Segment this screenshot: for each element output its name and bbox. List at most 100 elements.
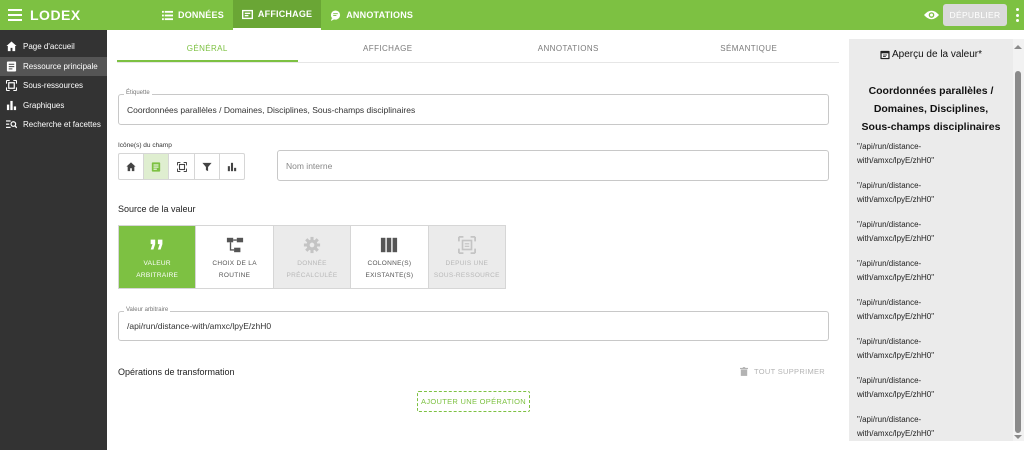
top-app-bar: LODEX DONNÉES AFFICHAGE ANNOTATIONS DÉPU…: [0, 0, 1024, 30]
tab-display[interactable]: AFFICHAGE: [298, 37, 479, 62]
source-label-line2: EXISTANTE(S): [365, 272, 414, 279]
transform-operations-heading: Opérations de transformation: [118, 367, 235, 377]
arbitrary-value-input[interactable]: /api/run/distance-with/amxc/lpyE/zhH0: [127, 321, 271, 331]
preview-value: "/api/run/distance-with/amxc/lpyE/zhH0": [857, 142, 935, 165]
preview-title-text: Aperçu de la valeur*: [891, 49, 983, 60]
preview-icon: [880, 50, 890, 59]
source-label-line1: VALEUR: [143, 260, 171, 267]
unpublish-button[interactable]: DÉPUBLIER: [943, 4, 1007, 26]
preview-heading-line: Domaines, Disciplines,: [873, 103, 989, 115]
list-icon: [162, 10, 173, 20]
document-icon: [6, 61, 17, 72]
scroll-down-arrow-icon[interactable]: [1014, 435, 1022, 439]
label-field-value[interactable]: Coordonnées parallèles / Domaines, Disci…: [127, 105, 415, 115]
sidebar-item-search-facets[interactable]: Recherche et facettes: [0, 115, 107, 135]
trash-icon: [740, 367, 748, 376]
tab-label: DONNÉES: [178, 10, 224, 20]
icon-toggle-chart[interactable]: [220, 154, 244, 179]
source-label-line2: ROUTINE: [218, 272, 251, 279]
icon-toggle-filter[interactable]: [195, 154, 220, 179]
source-routine[interactable]: CHOIX DE LA ROUTINE: [196, 226, 274, 288]
document-icon: [152, 161, 161, 172]
home-icon: [6, 41, 17, 52]
display-icon: [241, 9, 253, 19]
source-from-subresource[interactable]: DEPUIS UNE SOUS-RESSOURCE: [428, 226, 506, 288]
eye-icon[interactable]: [924, 8, 939, 22]
routine-icon: [226, 237, 243, 253]
icon-toggle-document[interactable]: [144, 154, 170, 179]
quote-icon: [150, 239, 163, 250]
subresource-icon: [6, 80, 17, 92]
value-source-options: VALEUR ARBITRAIRE CHOIX DE LA ROUTINE DO…: [118, 225, 506, 289]
scrollbar-thumb[interactable]: [1015, 71, 1021, 433]
scroll-up-arrow-icon[interactable]: [1014, 45, 1022, 49]
preview-value: "/api/run/distance-with/amxc/lpyE/zhH0": [857, 298, 935, 321]
source-existing-columns[interactable]: COLONNE(S) EXISTANTE(S): [351, 226, 429, 288]
tab-label: ANNOTATIONS: [346, 10, 414, 20]
preview-value: "/api/run/distance-with/amxc/lpyE/zhH0": [857, 376, 935, 399]
source-precomputed[interactable]: DONNÉE PRÉCALCULÉE: [273, 226, 352, 288]
columns-icon: [381, 237, 398, 253]
sidebar-item-label: Sous-ressources: [23, 81, 84, 91]
subresource-icon: [176, 161, 187, 172]
tab-semantic[interactable]: SÉMANTIQUE: [659, 37, 840, 62]
label-field-label: Étiquette: [124, 90, 152, 96]
value-source-heading: Source de la valeur: [118, 204, 196, 214]
arbitrary-value-field[interactable]: Valeur arbitraire /api/run/distance-with…: [118, 307, 829, 341]
internal-name-placeholder: Nom interne: [286, 161, 333, 171]
label-field[interactable]: Étiquette Coordonnées parallèles / Domai…: [118, 90, 829, 125]
search-list-icon: [6, 120, 17, 129]
tab-donnees[interactable]: DONNÉES: [153, 0, 233, 30]
subresource-icon: [457, 236, 476, 254]
source-label-line2: PRÉCALCULÉE: [286, 272, 338, 279]
icon-toggle-subresource[interactable]: [169, 154, 195, 179]
comment-icon: [331, 9, 341, 21]
preview-value: "/api/run/distance-with/amxc/lpyE/zhH0": [857, 337, 935, 360]
sidebar-item-home[interactable]: Page d'accueil: [0, 37, 107, 57]
value-preview-panel: Aperçu de la valeur* Coordonnées parallè…: [849, 39, 1013, 441]
preview-heading-line: Sous-champs disciplinaires: [861, 121, 1001, 133]
preview-value: "/api/run/distance-with/amxc/lpyE/zhH0": [857, 181, 935, 204]
field-icons-label: Icône(s) du champ: [118, 142, 172, 149]
sub-tabs: GÉNÉRAL AFFICHAGE ANNOTATIONS SÉMANTIQUE: [117, 37, 839, 63]
add-operation-button[interactable]: AJOUTER UNE OPÉRATION: [417, 391, 530, 412]
source-label-line2: ARBITRAIRE: [136, 272, 179, 279]
tab-label: AFFICHAGE: [257, 9, 313, 19]
app-logo[interactable]: LODEX: [30, 7, 128, 23]
source-label-line1: COLONNE(S): [367, 260, 412, 267]
source-label-line1: DONNÉE: [297, 260, 327, 267]
tab-annotations-sub[interactable]: ANNOTATIONS: [478, 37, 659, 62]
sidebar-item-label: Graphiques: [23, 100, 65, 110]
gear-icon: [303, 236, 321, 254]
tab-affichage[interactable]: AFFICHAGE: [232, 0, 322, 30]
source-label-line1: CHOIX DE LA: [212, 260, 257, 267]
source-arbitrary-value[interactable]: VALEUR ARBITRAIRE: [119, 226, 197, 288]
sidebar-item-subresources[interactable]: Sous-ressources: [0, 76, 107, 96]
chart-icon: [227, 162, 237, 171]
more-vert-icon[interactable]: [1012, 8, 1022, 22]
preview-value: "/api/run/distance-with/amxc/lpyE/zhH0": [857, 259, 935, 282]
sidebar-item-label: Page d'accueil: [23, 42, 75, 52]
arbitrary-value-label: Valeur arbitraire: [124, 307, 171, 313]
preview-scrollbar[interactable]: [1013, 39, 1024, 441]
tab-general[interactable]: GÉNÉRAL: [117, 37, 298, 62]
menu-icon[interactable]: [4, 0, 26, 30]
source-label-line2: SOUS-RESSOURCE: [433, 272, 500, 279]
sidebar-item-charts[interactable]: Graphiques: [0, 96, 107, 116]
tab-annotations[interactable]: ANNOTATIONS: [321, 0, 422, 30]
sidebar-item-label: Recherche et facettes: [23, 120, 101, 130]
preview-heading: Coordonnées parallèles / Domaines, Disci…: [849, 82, 1013, 136]
sidebar-item-main-resource[interactable]: Ressource principale: [0, 56, 107, 76]
preview-value: "/api/run/distance-with/amxc/lpyE/zhH0": [857, 415, 935, 438]
sidebar-item-label: Ressource principale: [23, 61, 98, 71]
delete-all-button[interactable]: TOUT SUPPRIMER: [740, 367, 825, 376]
preview-heading-line: Coordonnées parallèles /: [868, 85, 994, 97]
field-icons-group: [118, 153, 245, 180]
preview-value: "/api/run/distance-with/amxc/lpyE/zhH0": [857, 220, 935, 243]
internal-name-field[interactable]: Nom interne: [277, 150, 829, 181]
chart-icon: [6, 100, 17, 110]
delete-all-label: TOUT SUPPRIMER: [754, 367, 826, 376]
icon-toggle-home[interactable]: [119, 154, 145, 179]
source-label-line1: DEPUIS UNE: [445, 260, 489, 267]
filter-icon: [202, 162, 212, 171]
